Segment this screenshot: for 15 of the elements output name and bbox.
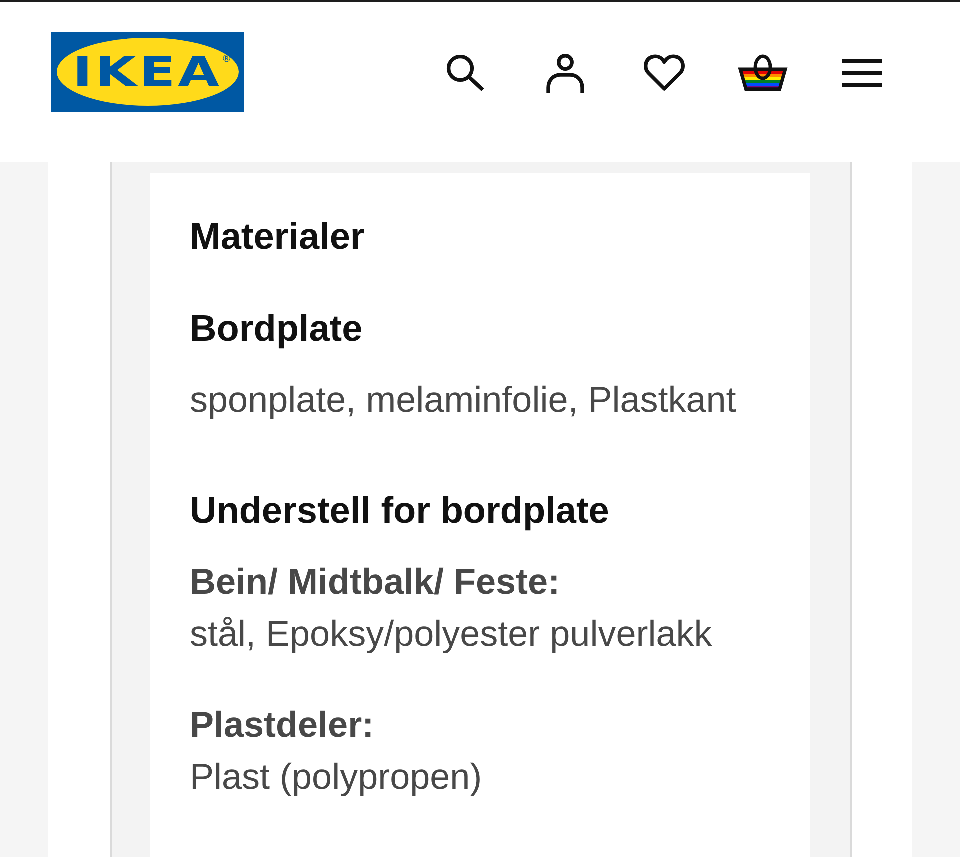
part-label: Plastdeler: xyxy=(190,703,374,747)
material-text: stål, Epoksy/polyester pulverlakk xyxy=(190,612,712,656)
part-label: Bein/ Midtbalk/ Feste: xyxy=(190,560,560,604)
search-icon xyxy=(446,55,486,91)
group-title: Bordplate xyxy=(190,307,364,351)
menu-icon xyxy=(842,59,882,87)
shopping-basket-icon xyxy=(737,54,789,92)
section-title: Materialer xyxy=(190,215,366,259)
user-icon xyxy=(546,54,584,92)
material-text: Plast (polypropen) xyxy=(190,755,482,799)
logo-text: IKEA xyxy=(72,51,222,93)
material-text: sponplate, melaminfolie, Plastkant xyxy=(190,378,736,422)
heart-icon xyxy=(642,54,686,92)
basket-button[interactable] xyxy=(737,52,789,94)
group-title: Understell for bordplate xyxy=(190,489,610,533)
